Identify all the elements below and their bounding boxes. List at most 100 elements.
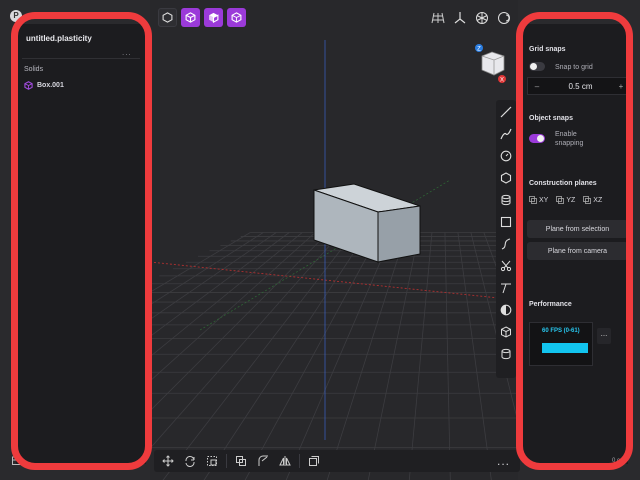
performance-more-button[interactable]: ...: [597, 328, 611, 344]
navigation-cube[interactable]: Z X: [474, 44, 510, 84]
render-mode-button[interactable]: [496, 10, 512, 26]
duplicate-icon: [309, 456, 319, 466]
folder-icon[interactable]: [12, 456, 23, 467]
cylinder-tool[interactable]: [499, 192, 513, 208]
polygon-tool[interactable]: [499, 170, 513, 186]
scale-tool[interactable]: [204, 453, 220, 469]
cube-faces-icon: [209, 12, 219, 23]
solid-icon: [24, 81, 33, 90]
increment-button[interactable]: +: [615, 82, 627, 91]
grid-line: [150, 232, 264, 306]
grid-snaps-heading: Grid snaps: [529, 46, 566, 53]
toggle-knob: [537, 135, 544, 142]
scissors-icon: [500, 260, 512, 272]
plane-from-camera-button[interactable]: Plane from camera: [527, 242, 628, 260]
app-logo[interactable]: P: [10, 10, 22, 22]
construction-planes-heading: Construction planes: [529, 180, 597, 187]
axes-button[interactable]: [452, 10, 468, 26]
enable-snapping-toggle[interactable]: [529, 134, 545, 143]
construction-planes-row: XY YZ XZ: [529, 196, 602, 204]
nav-cube-x-badge: X: [500, 78, 504, 84]
status-unit: 0 cm: [612, 458, 626, 464]
cube-solid-button[interactable]: [181, 8, 200, 27]
hexagon-outline-button[interactable]: [158, 8, 177, 27]
enable-snapping-line2: snapping: [555, 140, 584, 147]
spline-tool[interactable]: [499, 236, 513, 252]
rotate-tool[interactable]: [182, 453, 198, 469]
boolean-tool[interactable]: [233, 453, 249, 469]
toggle-knob: [530, 63, 537, 70]
file-title: untitled.plasticity: [26, 34, 92, 43]
boolean-icon: [236, 456, 246, 466]
plane-xz-label: XZ: [593, 196, 603, 204]
fillet-tool[interactable]: [255, 453, 271, 469]
settings-icon: [476, 12, 488, 24]
move-icon: [162, 455, 174, 467]
snap-to-grid-toggle[interactable]: [529, 62, 545, 71]
box-tool[interactable]: [499, 324, 513, 340]
cube-solid-icon: [185, 12, 196, 23]
enable-snapping-line1: Enable: [555, 131, 577, 138]
outliner-item-box[interactable]: Box.001: [24, 81, 64, 90]
grid-step-input[interactable]: – 0.5 cm +: [527, 77, 628, 95]
plane-yz-label: YZ: [566, 196, 576, 204]
polygon-icon: [500, 172, 512, 184]
mirror-tool[interactable]: [277, 453, 293, 469]
fps-bar: [542, 343, 588, 353]
box-solid: [313, 183, 421, 263]
line-icon: [500, 106, 512, 118]
fps-label: 60 FPS (0-61): [542, 328, 580, 334]
scene-canvas: [150, 40, 518, 480]
folder-icon-svg: [12, 456, 23, 465]
grid-toggle-button[interactable]: [430, 10, 446, 26]
cube-shaded-button[interactable]: [227, 8, 246, 27]
ground-grid: [150, 232, 518, 480]
grid-line: [244, 232, 381, 480]
view-toolbar: [430, 10, 512, 26]
plane-xy-button[interactable]: XY: [529, 196, 548, 204]
plane-xz-button[interactable]: XZ: [583, 196, 602, 204]
plane-from-selection-button[interactable]: Plane from selection: [527, 220, 628, 238]
outliner-more-button[interactable]: ...: [122, 48, 132, 57]
hexagon-outline-icon: [162, 12, 173, 23]
plane-xy-label: XY: [539, 196, 549, 204]
rectangle-icon: [500, 216, 512, 228]
move-tool[interactable]: [160, 453, 176, 469]
display-mode-toolbar: [158, 8, 246, 27]
plane-yz-button[interactable]: YZ: [556, 196, 575, 204]
creation-toolbar: [496, 100, 516, 378]
circle-icon: [500, 150, 512, 162]
trim-icon: [501, 283, 511, 294]
nav-cube-icon: Z X: [475, 44, 506, 84]
fps-graph: 60 FPS (0-61): [529, 322, 593, 366]
grid-step-value[interactable]: 0.5 cm: [546, 82, 615, 91]
duplicate-tool[interactable]: [306, 453, 322, 469]
cube-faces-button[interactable]: [204, 8, 223, 27]
circle-tool[interactable]: [499, 148, 513, 164]
toolbar-separator: [226, 454, 227, 468]
line-tool[interactable]: [499, 104, 513, 120]
snap-to-grid-label: Snap to grid: [555, 64, 593, 71]
sphere-tool[interactable]: [499, 302, 513, 318]
app-window: P untitled.plasticity ... Solids Box.001: [0, 0, 640, 480]
cut-tool[interactable]: [499, 258, 513, 274]
curve-tool[interactable]: [499, 126, 513, 142]
axes-icon: [454, 12, 466, 24]
grid-line: [150, 232, 316, 382]
cube-shaded-icon: [231, 12, 242, 23]
rectangle-tool[interactable]: [499, 214, 513, 230]
nav-cube-z-badge: Z: [477, 47, 481, 53]
drum-tool[interactable]: [499, 346, 513, 362]
drum-icon: [501, 348, 511, 360]
viewport-3d[interactable]: [150, 0, 518, 480]
decrement-button[interactable]: –: [528, 82, 546, 91]
trim-tool[interactable]: [499, 280, 513, 296]
grid-line: [150, 232, 251, 293]
plane-icon: [583, 196, 592, 204]
view-settings-button[interactable]: [474, 10, 490, 26]
divider: [22, 58, 140, 59]
spline-icon: [501, 238, 511, 250]
toolbar-separator: [299, 454, 300, 468]
more-tools-button[interactable]: ...: [497, 454, 510, 468]
plane-icon: [556, 196, 565, 204]
